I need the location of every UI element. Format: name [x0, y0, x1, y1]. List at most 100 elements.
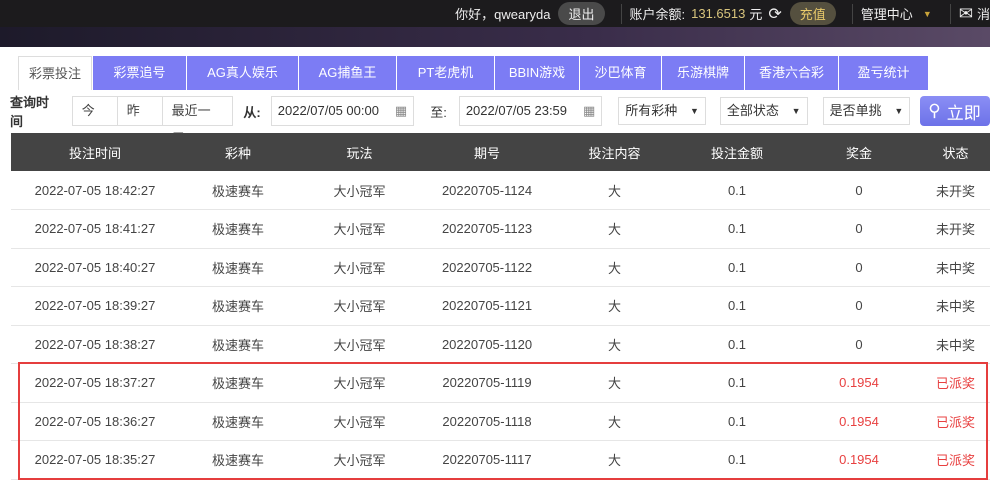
cell-status: 未中奖 [921, 286, 990, 326]
cell-bet-content: 大 [552, 209, 677, 249]
cell-prize: 0 [797, 325, 921, 364]
tab-lottery-chase[interactable]: 彩票追号 [92, 56, 186, 90]
to-date-input[interactable]: 2022/07/05 23:59 ▦ [458, 96, 603, 126]
divider [851, 3, 853, 24]
mail-icon[interactable]: ✉ [959, 4, 973, 24]
table-row: 2022-07-05 18:40:27 极速赛车 大小冠军 20220705-1122… [11, 248, 990, 287]
status-select[interactable]: 全部状态 ▼ [719, 97, 808, 125]
cell-play-type: 大小冠军 [297, 325, 422, 364]
lottery-select[interactable]: 所有彩种 ▼ [618, 97, 706, 125]
logout-button[interactable]: 退出 [558, 2, 605, 25]
header-lottery: 彩种 [179, 133, 297, 171]
header-status: 状态 [921, 133, 990, 171]
refresh-icon[interactable]: ⟳ [768, 4, 781, 24]
divider [949, 3, 951, 24]
currency: 元 [749, 7, 763, 22]
tab-saba-sports[interactable]: 沙巴体育 [579, 56, 661, 90]
divider [620, 3, 622, 24]
cell-lottery: 极速赛车 [179, 248, 297, 287]
single-select-value: 是否单挑 [829, 103, 882, 118]
query-time-label: 查询时间 [10, 95, 50, 129]
cell-bet-amount: 0.1 [677, 325, 797, 364]
header-issue: 期号 [422, 133, 552, 171]
tab-leyou-chess[interactable]: 乐游棋牌 [661, 56, 744, 90]
cell-bet-content: 大 [552, 325, 677, 364]
table-row: 2022-07-05 18:41:27 极速赛车 大小冠军 20220705-1123… [11, 209, 990, 249]
status-select-value: 全部状态 [726, 103, 779, 118]
filter-bar: 查询时间 今天 昨天 最近一周 从: 2022/07/05 00:00▦ 至: … [10, 95, 990, 146]
header-prize: 奖金 [797, 133, 921, 171]
tab-lottery-bet[interactable]: 彩票投注 [18, 56, 92, 90]
cell-issue: 20220705-1122 [422, 248, 552, 287]
cell-play-type: 大小冠军 [297, 248, 422, 287]
cell-bet-time: 2022-07-05 18:41:27 [11, 209, 179, 249]
cell-status: 未开奖 [921, 171, 990, 210]
main-tabs: 彩票投注 彩票追号 AG真人娱乐 AG捕鱼王 PT老虎机 BBIN游戏 沙巴体育… [18, 56, 928, 90]
balance-value: 131.6513 [691, 6, 746, 21]
cell-bet-amount: 0.1 [677, 248, 797, 287]
cell-bet-amount: 0.1 [677, 171, 797, 210]
today-button[interactable]: 今天 [71, 96, 118, 146]
balance-label: 账户余额: [629, 7, 686, 22]
cell-bet-amount: 0.1 [677, 286, 797, 326]
tab-ag-live[interactable]: AG真人娱乐 [186, 56, 298, 90]
to-date-value: 2022/07/05 23:59 [465, 103, 568, 118]
cell-bet-time: 2022-07-05 18:39:27 [11, 286, 179, 326]
top-bar: 你好，qwearyda 退出 账户余额: 131.6513 元 ⟳ 充值 管理中… [0, 0, 990, 27]
header-banner [0, 27, 990, 47]
calendar-icon[interactable]: ▦ [583, 97, 595, 125]
cell-lottery: 极速赛车 [179, 171, 297, 210]
messages-link[interactable]: 消 [977, 4, 990, 23]
calendar-icon[interactable]: ▦ [395, 97, 407, 125]
search-button[interactable]: ⚲ 立即 [920, 96, 990, 126]
cell-lottery: 极速赛车 [179, 286, 297, 326]
search-button-label: 立即 [946, 103, 981, 123]
tab-bbin[interactable]: BBIN游戏 [494, 56, 579, 90]
highlight-box [18, 362, 988, 480]
from-date-input[interactable]: 2022/07/05 00:00 ▦ [270, 96, 415, 126]
cell-play-type: 大小冠军 [297, 286, 422, 326]
dropdown-arrow-icon: ▼ [690, 106, 699, 116]
cell-status: 未开奖 [921, 209, 990, 249]
cell-status: 未中奖 [921, 248, 990, 287]
header-bet-time: 投注时间 [11, 133, 179, 171]
cell-bet-time: 2022-07-05 18:38:27 [11, 325, 179, 364]
admin-center-link[interactable]: 管理中心 [861, 4, 913, 23]
recharge-button[interactable]: 充值 [789, 2, 836, 25]
header-play-type: 玩法 [297, 133, 422, 171]
tab-pt-slots[interactable]: PT老虎机 [396, 56, 494, 90]
cell-prize: 0 [797, 248, 921, 287]
header-bet-amount: 投注金额 [677, 133, 797, 171]
cell-issue: 20220705-1124 [422, 171, 552, 210]
table-row: 2022-07-05 18:42:27 极速赛车 大小冠军 20220705-1124… [11, 171, 990, 210]
chevron-down-icon[interactable]: ▼ [923, 9, 932, 19]
greeting: 你好，qwearyda [455, 7, 551, 22]
cell-issue: 20220705-1121 [422, 286, 552, 326]
from-label: 从: [243, 104, 261, 120]
cell-lottery: 极速赛车 [179, 325, 297, 364]
header-bet-content: 投注内容 [552, 133, 677, 171]
cell-bet-time: 2022-07-05 18:42:27 [11, 171, 179, 210]
lottery-select-value: 所有彩种 [625, 103, 678, 118]
cell-prize: 0 [797, 171, 921, 210]
dropdown-arrow-icon: ▼ [894, 106, 904, 116]
cell-bet-content: 大 [552, 286, 677, 326]
cell-bet-amount: 0.1 [677, 209, 797, 249]
cell-bet-time: 2022-07-05 18:40:27 [11, 248, 179, 287]
cell-issue: 20220705-1120 [422, 325, 552, 364]
tab-profit-stats[interactable]: 盈亏统计 [838, 56, 928, 90]
last-week-button[interactable]: 最近一周 [162, 96, 234, 146]
single-select[interactable]: 是否单挑 ▼ [822, 97, 911, 125]
yesterday-button[interactable]: 昨天 [117, 96, 163, 146]
cell-status: 未中奖 [921, 325, 990, 364]
cell-prize: 0 [797, 286, 921, 326]
cell-prize: 0 [797, 209, 921, 249]
cell-lottery: 极速赛车 [179, 209, 297, 249]
cell-bet-content: 大 [552, 171, 677, 210]
cell-bet-content: 大 [552, 248, 677, 287]
table-row: 2022-07-05 18:39:27 极速赛车 大小冠军 20220705-1121… [11, 286, 990, 326]
tab-hk-lottery[interactable]: 香港六合彩 [744, 56, 838, 90]
tab-ag-fishing[interactable]: AG捕鱼王 [298, 56, 396, 90]
cell-issue: 20220705-1123 [422, 209, 552, 249]
dropdown-arrow-icon: ▼ [791, 106, 801, 116]
